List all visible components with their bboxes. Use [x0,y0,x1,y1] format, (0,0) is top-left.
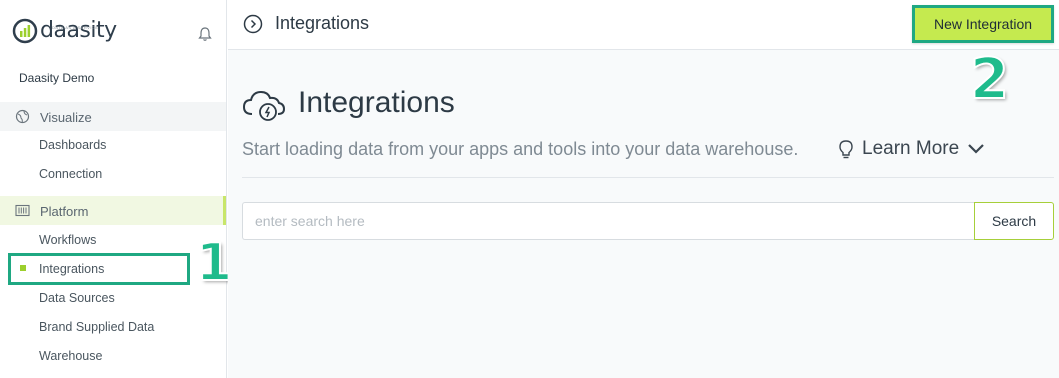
sidebar-item-dashboards[interactable]: Dashboards [39,138,106,152]
logo-text: daasity [40,18,117,43]
top-bar: Integrations New Integration [228,0,1059,50]
page-subtitle: Start loading data from your apps and to… [242,139,799,159]
brand-logo[interactable]: daasity [12,18,117,44]
lightbulb-icon [839,140,853,159]
sidebar-section-platform[interactable]: Platform [0,196,226,225]
divider [242,177,1054,178]
learn-more-label: Learn More [862,138,960,159]
learn-more-toggle[interactable]: Learn More [862,138,985,160]
cloud-integration-icon [242,90,286,121]
bell-icon[interactable] [197,26,213,42]
top-bar-title: Integrations [275,13,370,33]
platform-icon [15,204,30,217]
sidebar-item-data-sources[interactable]: Data Sources [39,291,115,305]
main-content: Integrations New Integration 2 Integrati… [228,0,1059,378]
globe-icon [15,109,30,124]
page-title: Integrations [298,86,455,119]
org-name[interactable]: Daasity Demo [19,71,94,85]
new-integration-button[interactable]: New Integration [912,5,1054,43]
sidebar-section-visualize[interactable]: Visualize [0,102,226,131]
sidebar-item-warehouse[interactable]: Warehouse [39,349,102,363]
integrations-highlight-box [8,253,190,285]
logo-icon [12,18,38,44]
search-input[interactable] [242,202,975,240]
sidebar-item-brand-supplied-data[interactable]: Brand Supplied Data [39,320,154,334]
sidebar-section-label: Visualize [40,110,92,125]
sidebar-item-workflows[interactable]: Workflows [39,233,96,247]
step-1-callout: 1 [195,233,233,293]
sidebar-item-connection[interactable]: Connection [39,167,102,181]
search-button[interactable]: Search [974,202,1054,240]
chevron-right-circle-icon[interactable] [243,14,263,34]
step-2-callout: 2 [969,47,1010,112]
logo-tagline: DATA AS A SERVICE [52,25,99,30]
sidebar: daasity DATA AS A SERVICE Daasity Demo V… [0,0,227,378]
chevron-down-icon [968,144,984,154]
sidebar-section-label: Platform [40,204,89,219]
